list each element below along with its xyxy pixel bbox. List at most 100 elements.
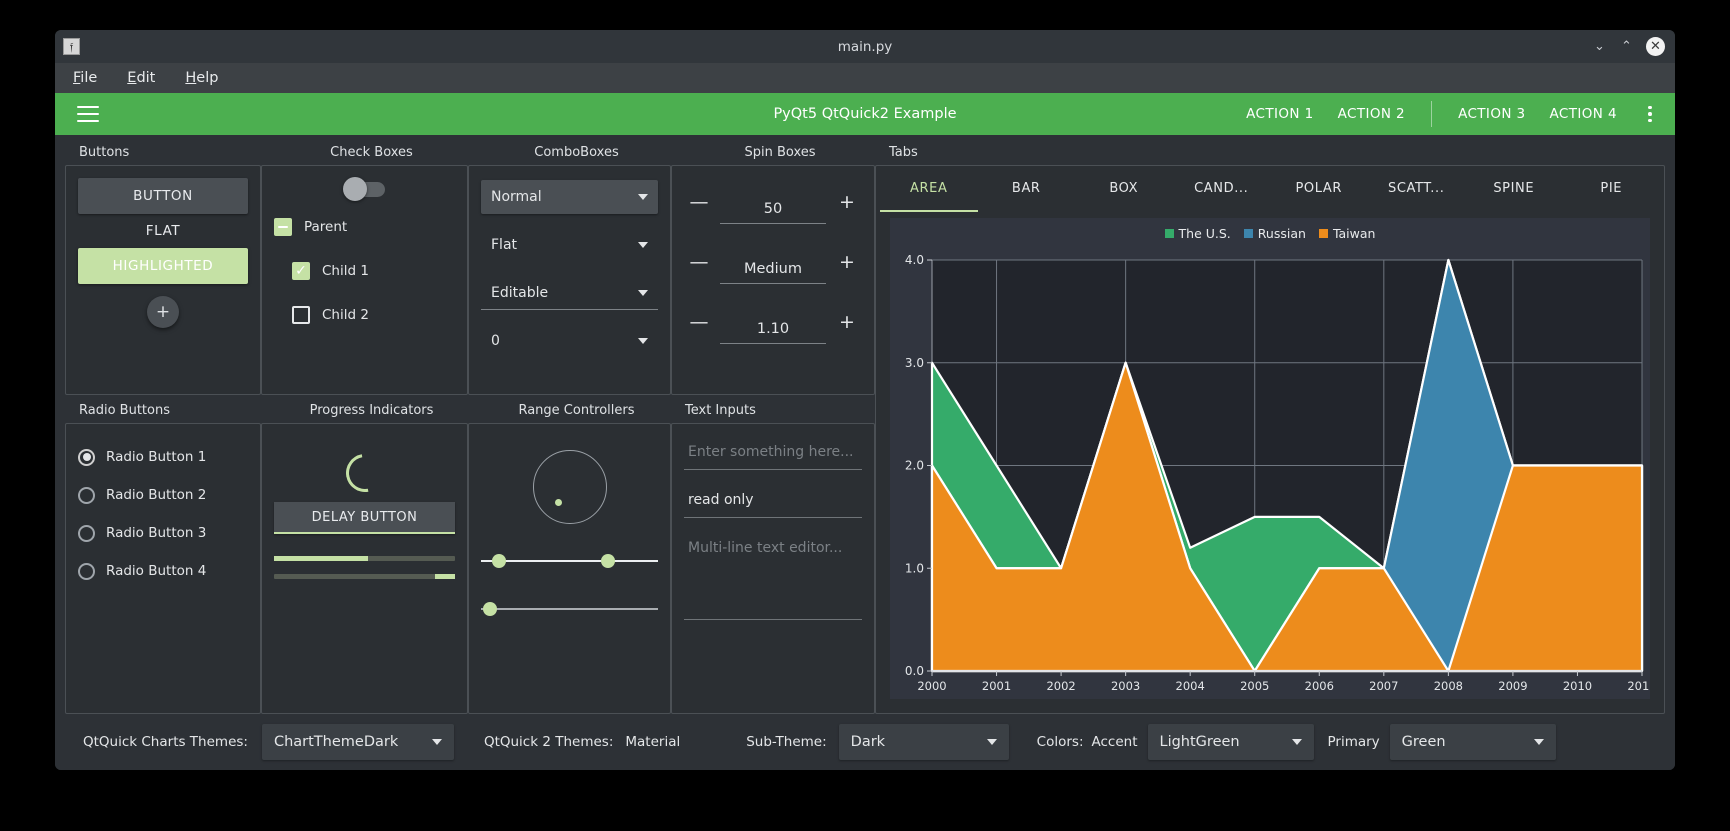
spinbox-value[interactable]: Medium — [720, 261, 826, 284]
dial-control[interactable] — [532, 450, 607, 524]
button-flat[interactable]: FLAT — [78, 214, 248, 248]
legend-label: Taiwan — [1332, 226, 1376, 241]
combobox-number[interactable]: 0 — [481, 324, 658, 358]
chevron-down-icon — [986, 739, 997, 745]
checkbox-label: Child 1 — [322, 263, 369, 279]
menu-rest: ile — [80, 70, 98, 86]
tab-bar[interactable]: BAR — [978, 166, 1076, 212]
accent-label: Accent — [1091, 734, 1138, 750]
toggle-switch[interactable] — [342, 177, 385, 201]
checkbox-partial-icon — [274, 218, 292, 236]
busy-spinner-icon — [338, 446, 391, 500]
svg-text:2.0: 2.0 — [905, 459, 924, 473]
minimize-icon[interactable]: ⌄ — [1592, 40, 1607, 53]
svg-text:2001: 2001 — [982, 679, 1011, 693]
check-boxes-panel: Parent ✓ Child 1 Child 2 — [261, 165, 468, 395]
tab-pie[interactable]: PIE — [1563, 166, 1661, 212]
range-slider[interactable] — [481, 550, 658, 572]
tab-polar[interactable]: POLAR — [1270, 166, 1368, 212]
theme-bottom-bar: QtQuick Charts Themes: ChartThemeDark Qt… — [65, 714, 1665, 770]
text-area-multiline[interactable]: Multi-line text editor... — [684, 534, 862, 620]
hamburger-icon[interactable] — [77, 106, 99, 122]
combobox-flat[interactable]: Flat — [481, 228, 658, 262]
value-slider-handle[interactable] — [482, 602, 497, 616]
range-slider-handle-low[interactable] — [491, 554, 506, 568]
range-slider-handle-high[interactable] — [601, 554, 616, 568]
checkbox-child-2[interactable]: Child 2 — [292, 293, 455, 337]
legend-item-russian[interactable]: Russian — [1243, 226, 1306, 241]
delay-button[interactable]: DELAY BUTTON — [274, 502, 455, 534]
menu-rest: elp — [196, 70, 219, 86]
spinbox-value[interactable]: 50 — [720, 201, 826, 224]
toolbar-action-3[interactable]: ACTION 3 — [1446, 100, 1537, 128]
vertical-dots-icon[interactable] — [1639, 102, 1661, 126]
spinbox-increment-button[interactable]: + — [832, 187, 862, 217]
checkbox-child-1[interactable]: ✓ Child 1 — [292, 249, 455, 293]
menu-item-edit[interactable]: Edit — [127, 70, 155, 86]
tab-box[interactable]: BOX — [1075, 166, 1173, 212]
chevron-down-icon — [638, 289, 648, 296]
spinbox-increment-button[interactable]: + — [832, 247, 862, 277]
svg-text:1.0: 1.0 — [905, 561, 924, 575]
spinbox-increment-button[interactable]: + — [832, 307, 862, 337]
chevron-down-icon — [638, 194, 648, 200]
toolbar-action-4[interactable]: ACTION 4 — [1538, 100, 1629, 128]
spinbox-decrement-button[interactable]: — — [684, 307, 714, 337]
toolbar-action-2[interactable]: ACTION 2 — [1326, 100, 1417, 128]
button-normal[interactable]: BUTTON — [78, 178, 248, 214]
radio-label: Radio Button 2 — [106, 487, 207, 503]
radio-label: Radio Button 3 — [106, 525, 207, 541]
spinbox-double[interactable]: — 1.10 + — [684, 300, 862, 344]
menu-item-file[interactable]: File — [73, 70, 97, 86]
text-input-placeholder[interactable]: Enter something here... — [684, 438, 862, 470]
app-toolbar: PyQt5 QtQuick2 Example ACTION 1 ACTION 2… — [55, 93, 1675, 135]
chevron-down-icon — [1533, 739, 1544, 745]
tab-spline[interactable]: SPINE — [1465, 166, 1563, 212]
checkbox-parent[interactable]: Parent — [274, 205, 455, 249]
button-highlighted[interactable]: HIGHLIGHTED — [78, 248, 248, 284]
legend-item-us[interactable]: The U.S. — [1164, 226, 1231, 241]
spinbox-value[interactable]: 1.10 — [720, 321, 826, 344]
svg-text:2003: 2003 — [1111, 679, 1140, 693]
menu-item-help[interactable]: Help — [185, 70, 218, 86]
radio-button-1[interactable]: Radio Button 1 — [78, 438, 248, 476]
radio-label: Radio Button 4 — [106, 563, 207, 579]
tab-area[interactable]: AREA — [880, 166, 978, 212]
radio-button-2[interactable]: Radio Button 2 — [78, 476, 248, 514]
spinbox-decrement-button[interactable]: — — [684, 187, 714, 217]
value-slider[interactable] — [481, 598, 658, 620]
spinbox-text[interactable]: — Medium + — [684, 240, 862, 284]
combobox-normal[interactable]: Normal — [481, 180, 658, 214]
tab-scatter[interactable]: SCATT... — [1368, 166, 1466, 212]
colors-label: Colors: — [1036, 734, 1084, 750]
group-label-range-controllers: Range Controllers — [518, 403, 635, 418]
group-label-combo-boxes: ComboBoxes — [534, 145, 619, 160]
dial-handle[interactable] — [555, 498, 563, 506]
svg-text:0.0: 0.0 — [905, 664, 924, 678]
close-icon[interactable]: ✕ — [1646, 37, 1665, 56]
group-label-spin-boxes: Spin Boxes — [744, 145, 816, 160]
radio-button-3[interactable]: Radio Button 3 — [78, 514, 248, 552]
spinbox-decrement-button[interactable]: — — [684, 247, 714, 277]
legend-item-taiwan[interactable]: Taiwan — [1318, 226, 1376, 241]
group-label-tabs: Tabs — [889, 145, 918, 160]
maximize-icon[interactable]: ⌃ — [1619, 40, 1634, 53]
sub-theme-combobox[interactable]: Dark — [838, 724, 1009, 760]
combobox-value: 0 — [491, 333, 500, 349]
tab-candlestick[interactable]: CAND... — [1173, 166, 1271, 212]
text-input-readonly[interactable]: read only — [684, 486, 862, 518]
radio-button-4[interactable]: Radio Button 4 — [78, 552, 248, 590]
area-chart: The U.S. Russian Taiwan 0.0 1.0 2.0 3.0 … — [890, 218, 1650, 699]
accent-color-combobox[interactable]: LightGreen — [1147, 724, 1314, 760]
spinbox-integer[interactable]: — 50 + — [684, 180, 862, 224]
buttons-panel: BUTTON FLAT HIGHLIGHTED + — [65, 165, 261, 395]
toolbar-action-1[interactable]: ACTION 1 — [1234, 100, 1325, 128]
combobox-editable[interactable]: Editable — [481, 276, 658, 310]
radio-indicator-icon — [78, 524, 95, 542]
charts-theme-combobox[interactable]: ChartThemeDark — [261, 724, 454, 760]
add-fab-button[interactable]: + — [147, 296, 179, 328]
sub-theme-value: Dark — [850, 734, 886, 750]
window-title: main.py — [837, 38, 893, 55]
primary-color-combobox[interactable]: Green — [1389, 724, 1556, 760]
menu-bar: File Edit Help — [55, 63, 1675, 93]
